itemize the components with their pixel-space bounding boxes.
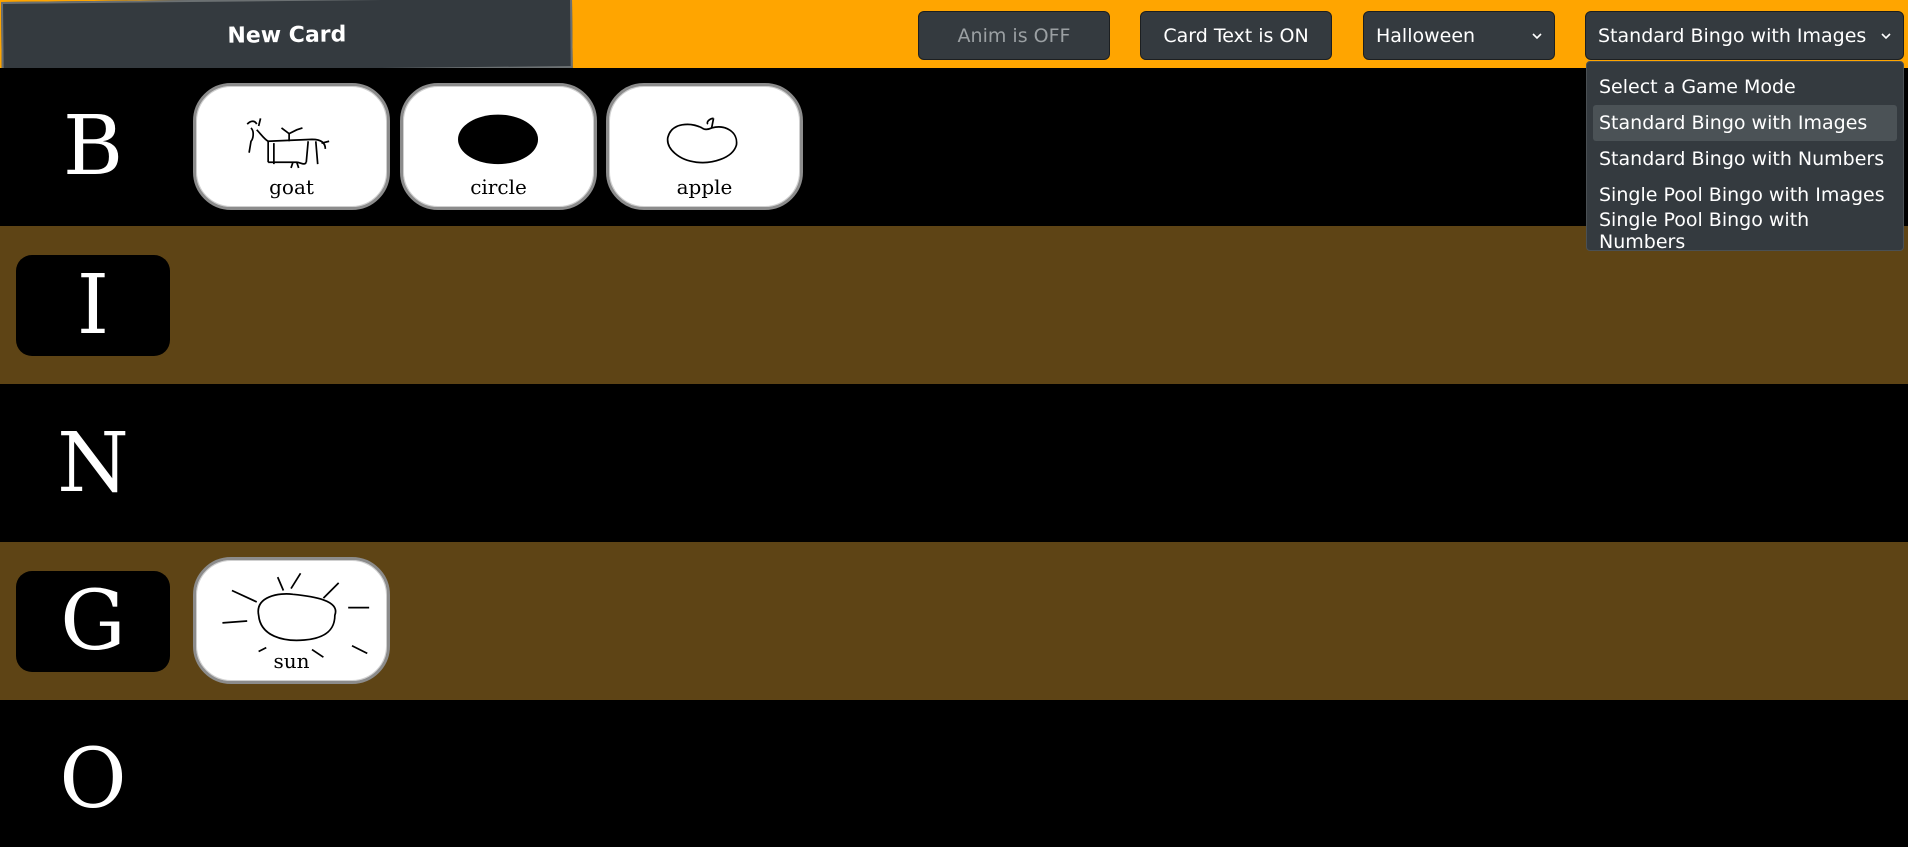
card-label: circle bbox=[470, 175, 527, 199]
bingo-card-goat[interactable]: goat bbox=[193, 83, 390, 210]
chevron-down-icon bbox=[1532, 33, 1542, 40]
new-card-button[interactable]: New Card bbox=[1, 0, 573, 74]
bingo-row-n: N bbox=[0, 384, 1908, 542]
card-label: sun bbox=[273, 649, 310, 673]
card-label: apple bbox=[676, 175, 733, 199]
theme-select-value: Halloween bbox=[1376, 24, 1476, 47]
bingo-card-circle[interactable]: circle bbox=[400, 83, 597, 210]
dropdown-option-single-pool-images[interactable]: Single Pool Bingo with Images bbox=[1593, 177, 1897, 213]
anim-toggle-button[interactable]: Anim is OFF bbox=[918, 11, 1110, 60]
chevron-down-icon bbox=[1881, 33, 1891, 40]
bingo-card-apple[interactable]: apple bbox=[606, 83, 803, 210]
row-letter: N bbox=[16, 413, 170, 514]
card-text-toggle-button[interactable]: Card Text is ON bbox=[1140, 11, 1332, 60]
game-mode-select[interactable]: Standard Bingo with Images bbox=[1585, 11, 1904, 60]
dropdown-option-standard-numbers[interactable]: Standard Bingo with Numbers bbox=[1593, 141, 1897, 177]
row-letter: I bbox=[16, 255, 170, 356]
card-label: goat bbox=[269, 175, 314, 199]
bingo-row-g: G sun bbox=[0, 542, 1908, 700]
row-letter: O bbox=[16, 729, 170, 830]
theme-select[interactable]: Halloween bbox=[1363, 11, 1555, 60]
bingo-row-o: O bbox=[0, 700, 1908, 847]
game-mode-dropdown-list: Select a Game Mode Standard Bingo with I… bbox=[1586, 61, 1904, 253]
row-letter: B bbox=[16, 96, 170, 197]
dropdown-option-select-game-mode[interactable]: Select a Game Mode bbox=[1593, 69, 1897, 105]
bingo-card-sun[interactable]: sun bbox=[193, 557, 390, 684]
game-mode-select-value: Standard Bingo with Images bbox=[1598, 24, 1867, 47]
row-letter: G bbox=[16, 571, 170, 672]
top-toolbar: New Card Anim is OFF Card Text is ON Hal… bbox=[0, 0, 1908, 74]
dropdown-option-standard-images[interactable]: Standard Bingo with Images bbox=[1593, 105, 1897, 141]
dropdown-option-single-pool-numbers[interactable]: Single Pool Bingo with Numbers bbox=[1593, 209, 1897, 253]
